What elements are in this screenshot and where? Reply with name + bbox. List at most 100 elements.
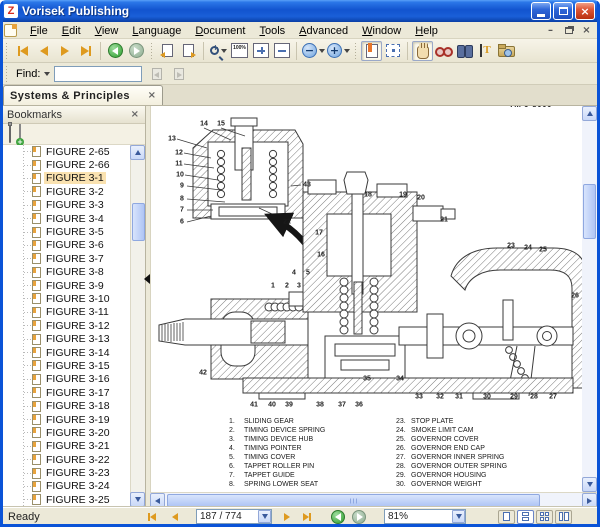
next-view-button[interactable] xyxy=(178,41,199,61)
menu-tools[interactable]: Tools xyxy=(252,24,292,38)
document-horizontal-scrollbar[interactable] xyxy=(150,492,597,507)
page-number-combo[interactable]: 187 / 774 xyxy=(196,509,272,524)
bookmark-item[interactable]: FIGURE 3-6 xyxy=(3,239,130,252)
status-back-button[interactable] xyxy=(331,508,345,525)
full-screen-button[interactable] xyxy=(382,41,403,61)
bookmark-item[interactable]: FIGURE 3-23 xyxy=(3,466,130,479)
select-text-button[interactable]: T xyxy=(475,41,496,61)
menu-window[interactable]: Window xyxy=(355,24,408,38)
snapshot-button[interactable] xyxy=(496,41,517,61)
bookmark-item[interactable]: FIGURE 3-21 xyxy=(3,440,130,453)
bookmark-item[interactable]: FIGURE 3-7 xyxy=(3,252,130,265)
actual-size-button[interactable]: 100% xyxy=(229,41,250,61)
find-options-caret-icon[interactable] xyxy=(44,72,50,76)
mdi-restore-button[interactable] xyxy=(561,24,576,37)
bookmark-item[interactable]: FIGURE 3-11 xyxy=(3,306,130,319)
bookmark-item[interactable]: FIGURE 3-2 xyxy=(3,185,130,198)
menu-language[interactable]: Language xyxy=(125,24,188,38)
bookmark-item[interactable]: FIGURE 3-1 xyxy=(3,172,130,185)
zoom-level-combo[interactable]: 81% xyxy=(384,509,466,524)
combo-dropdown-button[interactable] xyxy=(452,510,465,523)
view-single-page-button[interactable] xyxy=(498,510,515,524)
bookmark-item[interactable]: FIGURE 3-18 xyxy=(3,399,130,412)
title-bar[interactable]: Z Vorisek Publishing × xyxy=(0,0,600,22)
scrollbar-thumb[interactable] xyxy=(167,494,540,507)
scroll-left-button[interactable] xyxy=(150,493,165,508)
delete-bookmark-button[interactable] xyxy=(9,125,11,143)
bookmark-item[interactable]: FIGURE 3-20 xyxy=(3,426,130,439)
search-button[interactable] xyxy=(454,41,475,61)
bookmark-item[interactable]: FIGURE 3-12 xyxy=(3,319,130,332)
bookmark-item[interactable]: FIGURE 3-4 xyxy=(3,212,130,225)
bookmark-item[interactable]: FIGURE 2-66 xyxy=(3,158,130,171)
bookmark-item[interactable]: FIGURE 3-3 xyxy=(3,199,130,212)
read-mode-button[interactable] xyxy=(433,41,454,61)
hand-tool-button[interactable] xyxy=(412,41,433,61)
minimize-button[interactable] xyxy=(531,2,551,20)
bookmark-item[interactable]: FIGURE 3-5 xyxy=(3,225,130,238)
last-page-button[interactable] xyxy=(75,41,96,61)
document-page-icon[interactable] xyxy=(4,24,17,37)
status-first-page-button[interactable] xyxy=(148,508,156,525)
status-forward-button[interactable] xyxy=(352,508,366,525)
bookmark-item[interactable]: FIGURE 3-8 xyxy=(3,266,130,279)
zoom-in-button[interactable]: + xyxy=(326,41,351,61)
menu-help[interactable]: Help xyxy=(408,24,445,38)
next-page-button[interactable] xyxy=(54,41,75,61)
mdi-close-button[interactable]: × xyxy=(579,24,594,37)
status-last-page-button[interactable] xyxy=(303,508,311,525)
zoom-tool-button[interactable] xyxy=(208,41,229,61)
view-two-up-button[interactable] xyxy=(555,510,572,524)
menu-file[interactable]: File xyxy=(23,24,55,38)
document-vertical-scrollbar[interactable] xyxy=(582,106,597,492)
maximize-button[interactable] xyxy=(553,2,573,20)
view-continuous-button[interactable] xyxy=(517,510,534,524)
scroll-down-button[interactable] xyxy=(130,492,145,507)
bookmark-item[interactable]: FIGURE 3-16 xyxy=(3,373,130,386)
tab-close-icon[interactable]: × xyxy=(148,91,156,101)
scroll-right-button[interactable] xyxy=(582,493,597,508)
go-forward-button[interactable] xyxy=(126,41,147,61)
bookmarks-scrollbar[interactable] xyxy=(130,145,145,507)
previous-page-button[interactable] xyxy=(33,41,54,61)
bookmarks-toggle-button[interactable] xyxy=(361,41,382,61)
status-next-page-button[interactable] xyxy=(284,508,290,525)
menu-edit[interactable]: Edit xyxy=(55,24,88,38)
bookmark-item[interactable]: FIGURE 3-22 xyxy=(3,453,130,466)
bookmark-item[interactable]: FIGURE 3-15 xyxy=(3,359,130,372)
bookmark-item[interactable]: FIGURE 3-19 xyxy=(3,413,130,426)
toolbar-grip[interactable] xyxy=(150,43,154,59)
find-input[interactable] xyxy=(54,66,142,82)
bookmark-item[interactable]: FIGURE 3-17 xyxy=(3,386,130,399)
menu-document[interactable]: Document xyxy=(188,24,252,38)
fit-page-button[interactable] xyxy=(250,41,271,61)
bookmark-item[interactable]: FIGURE 3-14 xyxy=(3,346,130,359)
bookmarks-close-icon[interactable]: × xyxy=(129,110,141,120)
bookmark-item[interactable]: FIGURE 2-65 xyxy=(3,145,130,158)
bookmark-item[interactable]: FIGURE 3-9 xyxy=(3,279,130,292)
scroll-up-button[interactable] xyxy=(582,106,597,121)
mdi-minimize-button[interactable]: – xyxy=(543,24,558,37)
bookmark-item[interactable]: FIGURE 3-25 xyxy=(3,493,130,506)
first-page-button[interactable] xyxy=(12,41,33,61)
add-bookmark-button[interactable] xyxy=(19,125,21,143)
scrollbar-thumb[interactable] xyxy=(132,203,145,241)
scroll-down-button[interactable] xyxy=(582,477,597,492)
toolbar-grip[interactable] xyxy=(5,43,9,59)
combo-dropdown-button[interactable] xyxy=(258,510,271,523)
bookmark-item[interactable]: FIGURE 3-10 xyxy=(3,292,130,305)
view-facing-button[interactable] xyxy=(536,510,553,524)
close-button[interactable]: × xyxy=(575,2,595,20)
bookmark-item[interactable]: FIGURE 3-24 xyxy=(3,480,130,493)
zoom-out-button[interactable]: − xyxy=(301,41,326,61)
tab-systems-principles[interactable]: Systems & Principles × xyxy=(3,85,163,105)
scroll-up-button[interactable] xyxy=(130,145,145,160)
previous-view-button[interactable] xyxy=(157,41,178,61)
bookmark-item[interactable]: FIGURE 3-13 xyxy=(3,332,130,345)
toolbar-grip[interactable] xyxy=(354,43,358,59)
find-next-button[interactable] xyxy=(168,65,190,83)
status-previous-page-button[interactable] xyxy=(172,508,178,525)
findbar-grip[interactable] xyxy=(5,66,9,82)
find-previous-button[interactable] xyxy=(146,65,168,83)
scrollbar-thumb[interactable] xyxy=(583,184,596,239)
